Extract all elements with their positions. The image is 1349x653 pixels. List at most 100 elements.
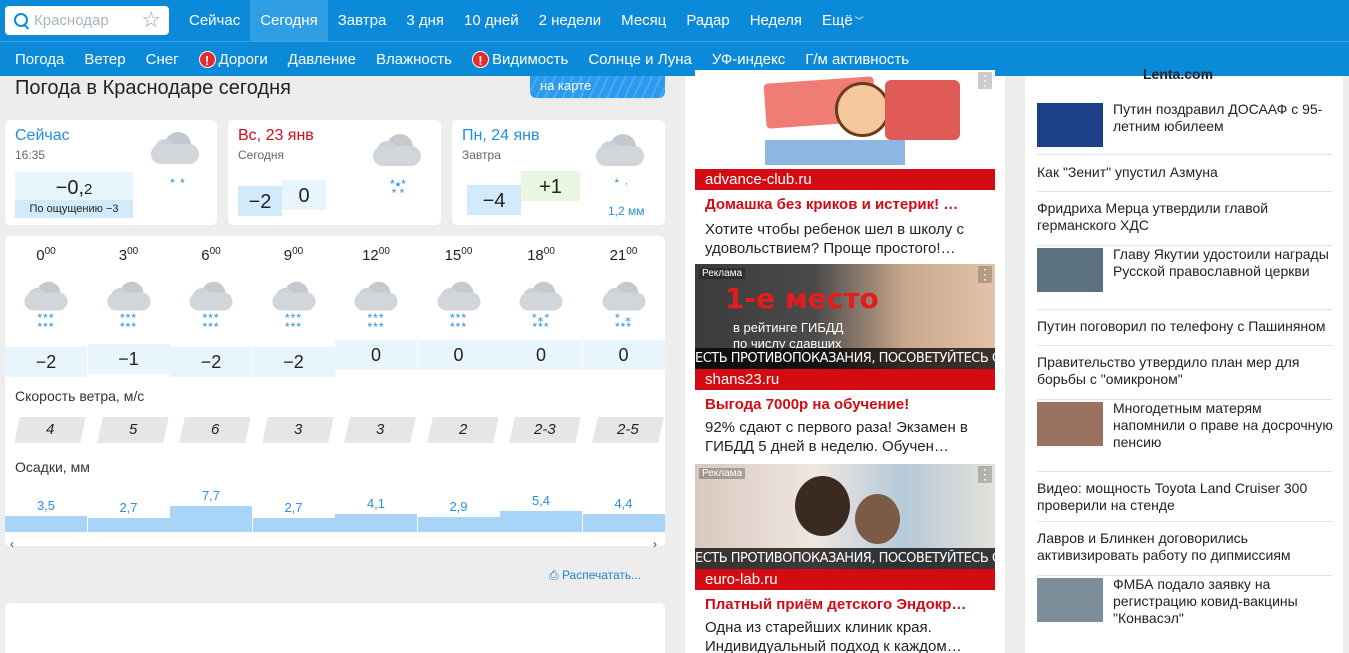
favorite-star-icon[interactable]: ☆ [141,8,161,32]
banner-text: в рейтинге ГИБДД [733,320,844,335]
search-input[interactable] [34,12,134,29]
news-headline[interactable]: Фридриха Мерца утвердили главой германск… [1037,200,1332,234]
scroll-right-icon[interactable]: › [653,537,657,551]
ad-menu-icon[interactable]: ⋮ [978,72,992,89]
ad-menu-icon[interactable]: ⋮ [978,466,992,483]
news-headline[interactable]: Лавров и Блинкен договорились активизиро… [1037,530,1332,564]
search-box[interactable]: ☆ [5,6,169,35]
ad-block[interactable]: Реклама ⋮ 1-е место в рейтинге ГИБДД по … [695,264,995,464]
subnav-humidity[interactable]: Влажность [366,51,462,68]
ad-image[interactable]: Реклама ⋮ 1-е место в рейтинге ГИБДД по … [695,264,995,369]
precip-value: 5,4 [531,493,551,508]
hour-label: 600 [170,247,252,265]
now-card[interactable]: Сейчас 16:35 −0,2 По ощущению −3 * * [5,120,217,225]
wind-speed: 2-5 [591,417,664,443]
ad-title[interactable]: Домашка без криков и истерик! … [705,196,990,213]
subnav-uv[interactable]: УФ-индекс [702,51,795,68]
subnav-roads[interactable]: ! Дороги [189,50,278,68]
subnav-geomagnetic[interactable]: Г/м активность [795,51,919,68]
cloud-snow-icon [519,281,563,313]
ad-block[interactable]: Реклама ⋮ ЕСТЬ ПРОТИВОПОКАЗАНИЯ, ПОСОВЕТ… [695,464,995,653]
hour-minutes: 00 [378,246,390,257]
map-button[interactable]: на карте [530,76,665,98]
news-item[interactable]: Путин поговорил по телефону с Пашиняном [1037,310,1332,346]
feels-like: По ощущению −3 [15,200,133,218]
tab-tomorrow[interactable]: Завтра [328,0,397,41]
ad-image[interactable]: Реклама ⋮ ЕСТЬ ПРОТИВОПОКАЗАНИЯ, ПОСОВЕТ… [695,464,995,569]
print-button[interactable]: ⎙ Распечатать... [549,568,641,583]
ad-domain[interactable]: advance-club.ru [695,169,995,190]
precip-bar [582,514,665,532]
tab-today[interactable]: Сегодня [250,0,328,41]
subnav-sun-moon[interactable]: Солнце и Луна [578,51,702,68]
ad-title[interactable]: Выгода 7000р на обучение! [705,396,990,413]
tab-now[interactable]: Сейчас [179,0,250,41]
tab-10days[interactable]: 10 дней [454,0,529,41]
news-headline[interactable]: ФМБА подало заявку на регистрацию ковид-… [1113,576,1335,627]
ad-text[interactable]: Хотите чтобы ребенок шел в школу с удово… [705,220,990,258]
hour-column: 2100 * ⁎ *** 0 [582,236,665,376]
precip-value: 2,7 [284,500,303,515]
ad-label: Реклама [699,468,746,479]
tab-week[interactable]: Неделя [740,0,812,41]
tab-2weeks[interactable]: 2 недели [529,0,612,41]
wind-value: 3 [293,421,302,438]
news-item[interactable]: ФМБА подало заявку на регистрацию ковид-… [1037,576,1332,653]
precip-bar [500,511,582,532]
ad-text[interactable]: 92% сдают с первого раза! Экзамен в ГИБД… [705,418,990,456]
cloud-snow-icon [373,134,421,168]
wind-speed: 2-3 [509,417,581,443]
hour-column: 1800 *⁎* *** 0 [500,236,582,376]
news-headline[interactable]: Как "Зенит" упустил Азмуна [1037,164,1332,181]
tab-month[interactable]: Месяц [611,0,676,41]
hour-minutes: 00 [626,246,638,257]
news-thumbnail[interactable] [1037,578,1103,622]
news-headline[interactable]: Путин поздравил ДОСААФ с 95-летним юбиле… [1113,101,1335,135]
subnav-snow[interactable]: Снег [136,51,189,68]
subnav-weather[interactable]: Погода [5,51,74,68]
news-thumbnail[interactable] [1037,103,1103,147]
news-item[interactable]: Многодетным матерям напомнили о праве на… [1037,400,1335,472]
news-headline[interactable]: Путин поговорил по телефону с Пашиняном [1037,318,1332,335]
news-headline[interactable]: Правительство утвердило план мер для бор… [1037,354,1332,388]
hour-temp: −2 [5,347,87,377]
tab-radar[interactable]: Радар [676,0,739,41]
subnav-wind[interactable]: Ветер [74,51,135,68]
ad-title[interactable]: Платный приём детского Эндокр… [705,596,990,613]
news-headline[interactable]: Многодетным матерям напомнили о праве на… [1113,400,1335,451]
news-item[interactable]: Как "Зенит" упустил Азмуна [1037,156,1332,192]
now-time: 16:35 [15,148,46,162]
scroll-left-icon[interactable]: ‹ [10,537,14,551]
hour-minutes: 00 [543,246,555,257]
news-item[interactable]: Видео: мощность Toyota Land Cruiser 300 … [1037,472,1332,522]
news-item[interactable]: Правительство утвердило план мер для бор… [1037,346,1332,400]
hour-value: 15 [444,247,462,264]
precip-value: 2,7 [119,500,138,515]
today-card[interactable]: Вс, 23 янв Сегодня −2 0 *٭* * * [228,120,441,225]
ad-block[interactable]: ⋮ advance-club.ru Домашка без криков и и… [695,70,995,270]
ad-text[interactable]: Одна из старейших клиник края. Индивидуа… [705,618,990,653]
news-item[interactable]: Лавров и Блинкен договорились активизиро… [1037,522,1332,576]
tab-3days[interactable]: 3 дня [396,0,454,41]
search-icon[interactable] [14,12,30,29]
hour-column: 1200 *** *** 0 [335,236,417,376]
news-column: Lenta.com Путин поздравил ДОСААФ с 95-ле… [1025,66,1343,653]
subnav-visibility[interactable]: ! Видимость [462,50,578,68]
news-item[interactable]: Фридриха Мерца утвердили главой германск… [1037,192,1332,246]
cloud-snow-icon [596,134,644,168]
ad-label: Реклама [699,268,746,279]
news-item[interactable]: Главу Якутии удостоили награды Русской п… [1037,246,1332,310]
tab-more[interactable]: Ещё ﹀ [812,0,874,41]
news-headline[interactable]: Видео: мощность Toyota Land Cruiser 300 … [1037,480,1332,514]
news-item[interactable]: Путин поздравил ДОСААФ с 95-летним юбиле… [1037,101,1332,155]
news-headline[interactable]: Главу Якутии удостоили награды Русской п… [1113,246,1335,280]
ad-domain[interactable]: shans23.ru [695,369,995,390]
news-thumbnail[interactable] [1037,248,1103,292]
tomorrow-card[interactable]: Пн, 24 янв Завтра −4 +1 * · 1,2 мм [452,120,665,225]
ad-image[interactable]: ⋮ [695,70,995,175]
subnav-pressure[interactable]: Давление [278,51,366,68]
ad-domain[interactable]: euro-lab.ru [695,569,995,590]
ad-menu-icon[interactable]: ⋮ [978,266,992,283]
news-thumbnail[interactable] [1037,402,1103,446]
tomorrow-subtitle: Завтра [462,148,501,162]
